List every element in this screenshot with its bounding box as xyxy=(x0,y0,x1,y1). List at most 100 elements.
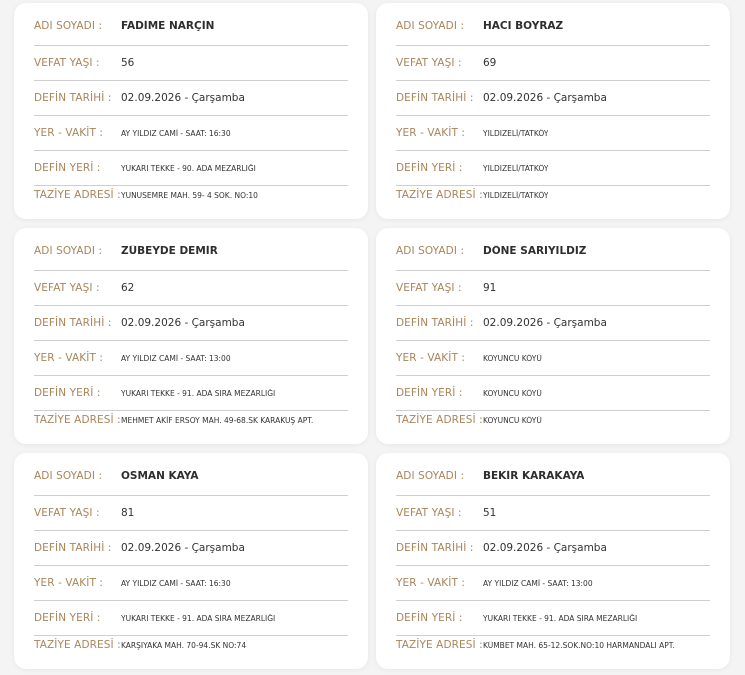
obituary-card: ADI SOYADI : DÖNE SARIYILDIZ VEFAT YAŞI : 9… xyxy=(376,228,730,444)
field-row-condolence: TAZİYE ADRESİ : YILDIZELİ/TATKÖY xyxy=(396,189,710,201)
divider xyxy=(34,305,348,306)
divider xyxy=(396,635,710,636)
field-label-place-time: YER - VAKİT : xyxy=(396,577,466,589)
field-row-place-time: YER - VAKİT : AY YILDIZ CAMİ - SAAT: 16:3… xyxy=(34,577,348,589)
field-value-age: 91 xyxy=(483,282,497,294)
field-row-place-time: YER - VAKİT : AY YILDIZ CAMİ - SAAT: 16:3… xyxy=(34,127,348,139)
field-label-date: DEFİN TARİHİ : xyxy=(34,92,112,104)
field-value-place-time: AY YILDIZ CAMİ - SAAT: 16:30 xyxy=(121,578,231,588)
divider xyxy=(396,305,710,306)
field-label-date: DEFİN TARİHİ : xyxy=(34,317,112,329)
divider xyxy=(396,150,710,151)
field-label-name: ADI SOYADI : xyxy=(34,20,103,32)
field-label-place-time: YER - VAKİT : xyxy=(396,127,466,139)
field-label-name: ADI SOYADI : xyxy=(34,470,103,482)
field-label-burial: DEFİN YERİ : xyxy=(34,162,101,174)
field-row-condolence: TAZİYE ADRESİ : KÜMBET MAH. 65-12.SOK.NO:… xyxy=(396,639,710,651)
field-label-place-time: YER - VAKİT : xyxy=(34,577,104,589)
field-row-age: VEFAT YAŞI : 51 xyxy=(396,507,710,519)
field-label-burial: DEFİN YERİ : xyxy=(396,162,463,174)
divider xyxy=(396,270,710,271)
field-label-name: ADI SOYADI : xyxy=(396,20,465,32)
field-label-age: VEFAT YAŞI : xyxy=(34,507,100,519)
field-value-condolence: KARŞIYAKA MAH. 70-94.SK NO:74 xyxy=(121,640,247,650)
field-value-burial: YILDIZELİ/TATKÖY xyxy=(483,163,549,173)
field-row-date: DEFİN TARİHİ : 02.09.2026 - Çarşamba xyxy=(396,92,710,104)
divider xyxy=(396,340,710,341)
field-row-age: VEFAT YAŞI : 81 xyxy=(34,507,348,519)
field-label-age: VEFAT YAŞI : xyxy=(34,57,100,69)
field-value-date: 02.09.2026 - Çarşamba xyxy=(121,317,245,329)
field-value-condolence: MEHMET AKİF ERSOY MAH. 49-68.SK KARAKUŞ … xyxy=(121,415,314,425)
field-value-name: HACI BOYRAZ xyxy=(483,20,564,32)
field-value-place-time: YILDIZELİ/TATKÖY xyxy=(483,128,549,138)
field-value-name: FADİME NARÇİN xyxy=(121,20,215,32)
field-value-condolence: YILDIZELİ/TATKÖY xyxy=(483,190,549,200)
divider xyxy=(34,115,348,116)
divider xyxy=(396,80,710,81)
field-value-date: 02.09.2026 - Çarşamba xyxy=(483,542,607,554)
field-value-place-time: AY YILDIZ CAMİ - SAAT: 13:00 xyxy=(483,578,593,588)
divider xyxy=(34,635,348,636)
obituary-card: ADI SOYADI : BEKİR KARAKAYA VEFAT YAŞI : 51… xyxy=(376,453,730,669)
obituary-card: ADI SOYADI : HACI BOYRAZ VEFAT YAŞI : 69 DEF… xyxy=(376,3,730,219)
field-row-date: DEFİN TARİHİ : 02.09.2026 - Çarşamba xyxy=(34,542,348,554)
divider xyxy=(34,495,348,496)
field-value-condolence: KÜMBET MAH. 65-12.SOK.NO:10 HARMANDALI A… xyxy=(483,640,675,650)
field-label-place-time: YER - VAKİT : xyxy=(34,352,104,364)
obituary-card: ADI SOYADI : ZÜBEYDE DEMİR VEFAT YAŞI : 62 D… xyxy=(14,228,368,444)
field-label-condolence: TAZİYE ADRESİ : xyxy=(396,414,483,426)
field-label-burial: DEFİN YERİ : xyxy=(34,387,101,399)
field-row-place-time: YER - VAKİT : AY YILDIZ CAMİ - SAAT: 13:0… xyxy=(34,352,348,364)
divider xyxy=(396,185,710,186)
field-value-age: 69 xyxy=(483,57,497,69)
field-value-name: OSMAN KAYA xyxy=(121,470,199,482)
field-value-condolence: YUNUSEMRE MAH. 59- 4 SOK. NO:10 xyxy=(121,190,258,200)
field-value-condolence: KOYUNCU KÖYÜ xyxy=(483,415,542,425)
field-label-place-time: YER - VAKİT : xyxy=(396,352,466,364)
field-row-condolence: TAZİYE ADRESİ : KARŞIYAKA MAH. 70-94.SK N… xyxy=(34,639,348,651)
obituary-grid: ADI SOYADI : FADİME NARÇİN VEFAT YAŞI : 56 D… xyxy=(0,0,745,675)
divider xyxy=(34,270,348,271)
divider xyxy=(396,565,710,566)
divider xyxy=(34,565,348,566)
divider xyxy=(34,375,348,376)
field-label-condolence: TAZİYE ADRESİ : xyxy=(34,414,121,426)
field-row-date: DEFİN TARİHİ : 02.09.2026 - Çarşamba xyxy=(34,92,348,104)
field-value-place-time: KOYUNCU KÖYÜ xyxy=(483,353,542,363)
field-label-date: DEFİN TARİHİ : xyxy=(396,317,474,329)
field-row-name: ADI SOYADI : HACI BOYRAZ xyxy=(396,20,710,32)
divider xyxy=(34,185,348,186)
field-value-date: 02.09.2026 - Çarşamba xyxy=(121,92,245,104)
field-row-age: VEFAT YAŞI : 56 xyxy=(34,57,348,69)
field-row-place-time: YER - VAKİT : KOYUNCU KÖYÜ xyxy=(396,352,710,364)
divider xyxy=(34,600,348,601)
divider xyxy=(396,115,710,116)
divider xyxy=(396,530,710,531)
field-row-name: ADI SOYADI : BEKİR KARAKAYA xyxy=(396,470,710,482)
obituary-card: ADI SOYADI : FADİME NARÇİN VEFAT YAŞI : 56 D… xyxy=(14,3,368,219)
field-value-burial: KOYUNCU KÖYÜ xyxy=(483,388,542,398)
field-value-age: 62 xyxy=(121,282,135,294)
field-value-age: 56 xyxy=(121,57,135,69)
field-label-age: VEFAT YAŞI : xyxy=(34,282,100,294)
divider xyxy=(34,530,348,531)
field-row-place-time: YER - VAKİT : YILDIZELİ/TATKÖY xyxy=(396,127,710,139)
field-row-condolence: TAZİYE ADRESİ : YUNUSEMRE MAH. 59- 4 SOK.… xyxy=(34,189,348,201)
field-label-condolence: TAZİYE ADRESİ : xyxy=(34,189,121,201)
field-value-age: 51 xyxy=(483,507,497,519)
field-label-age: VEFAT YAŞI : xyxy=(396,282,462,294)
field-label-name: ADI SOYADI : xyxy=(34,245,103,257)
field-row-date: DEFİN TARİHİ : 02.09.2026 - Çarşamba xyxy=(396,317,710,329)
field-value-name: ZÜBEYDE DEMİR xyxy=(121,245,218,257)
divider xyxy=(396,375,710,376)
divider xyxy=(34,45,348,46)
field-value-burial: YUKARI TEKKE - 91. ADA SIRA MEZARLIĞI xyxy=(121,388,276,398)
field-value-name: DÖNE SARIYILDIZ xyxy=(483,245,587,257)
field-label-name: ADI SOYADI : xyxy=(396,245,465,257)
field-label-place-time: YER - VAKİT : xyxy=(34,127,104,139)
field-label-date: DEFİN TARİHİ : xyxy=(396,92,474,104)
field-row-name: ADI SOYADI : DÖNE SARIYILDIZ xyxy=(396,245,710,257)
field-label-burial: DEFİN YERİ : xyxy=(396,387,463,399)
field-label-date: DEFİN TARİHİ : xyxy=(34,542,112,554)
